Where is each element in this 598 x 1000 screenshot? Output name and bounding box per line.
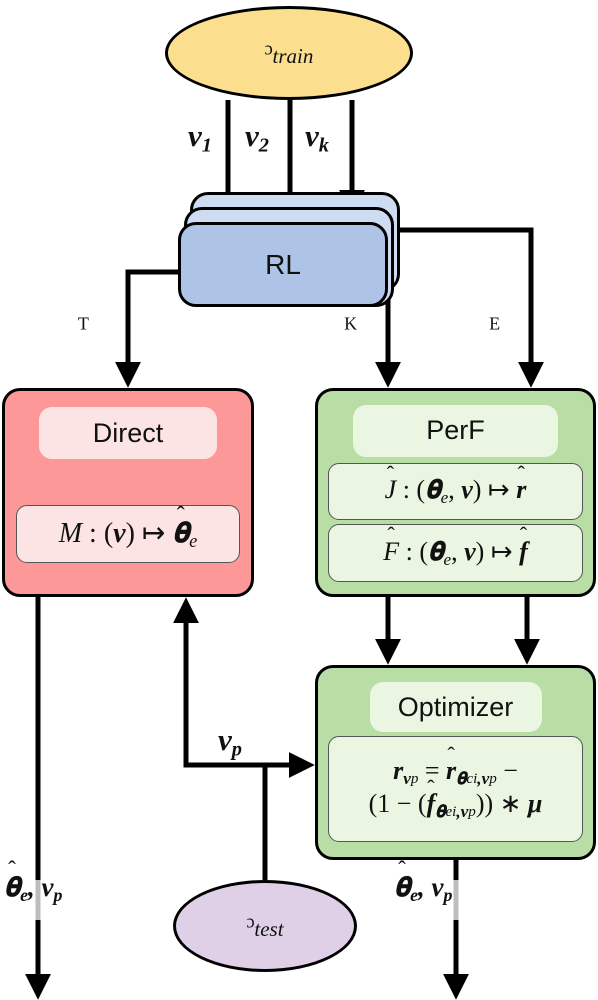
edge-E	[388, 227, 544, 388]
v-train-label: ᵓtrain	[264, 35, 314, 70]
optimizer-header: Optimizer	[369, 682, 542, 732]
optimizer-formula-line-1: rvp = r̂𝛉ci,vp −	[393, 756, 518, 788]
edge-label-vp: vp	[218, 722, 242, 761]
edge-label-v1: v1	[188, 118, 212, 157]
node-rl[interactable]: RL	[178, 222, 388, 307]
edge-label-e: ᴱ	[489, 312, 501, 345]
edge-label-v2: v2	[245, 118, 269, 157]
edge-T	[115, 269, 178, 388]
v-test-label: ᵓtest	[246, 908, 284, 943]
perf-formula-2-text: F̂ : (𝛉e, v) ↦ f̂	[383, 536, 528, 569]
optimizer-formula-row: rvp = r̂𝛉ci,vp − (1 − (f̂𝛉ei,vp)) ∗ μ	[328, 736, 583, 842]
rl-label: RL	[265, 248, 301, 280]
output-label-right: 𝛉̂e, vp	[394, 872, 453, 905]
node-v-train[interactable]: ᵓtrain	[165, 6, 413, 100]
node-v-test[interactable]: ᵓtest	[173, 880, 357, 972]
direct-header: Direct	[39, 407, 217, 459]
node-direct[interactable]: Direct M : (v) ↦ 𝛉̂e	[2, 388, 254, 597]
diagram-canvas: ᵓtrain RL Direct M : (v) ↦ 𝛉̂e PerF Ĵ :…	[0, 0, 598, 1000]
optimizer-header-label: Optimizer	[397, 691, 514, 722]
perf-formula-row-2: F̂ : (𝛉e, v) ↦ f̂	[328, 524, 583, 582]
perf-header-label: PerF	[426, 415, 485, 446]
optimizer-formula-line-2: (1 − (f̂𝛉ei,vp)) ∗ μ	[368, 789, 543, 821]
edge-label-k: ᴷ	[344, 312, 358, 345]
perf-header: PerF	[353, 405, 558, 457]
edge-label-vk: vk	[305, 118, 329, 157]
direct-formula-text: M : (v) ↦ 𝛉̂e	[58, 517, 198, 552]
perf-formula-row-1: Ĵ : (𝛉e, v) ↦ r̂	[328, 462, 583, 521]
perf-formula-1-text: Ĵ : (𝛉e, v) ↦ r̂	[384, 475, 527, 507]
node-optimizer[interactable]: Optimizer rvp = r̂𝛉ci,vp − (1 − (f̂𝛉ei,v…	[315, 665, 596, 860]
edge-label-t: ᵀ	[78, 312, 89, 345]
output-label-left: 𝛉̂e, vp	[4, 872, 63, 905]
direct-formula-row: M : (v) ↦ 𝛉̂e	[16, 505, 240, 563]
node-perf[interactable]: PerF Ĵ : (𝛉e, v) ↦ r̂ F̂ : (𝛉e, v) ↦ f̂	[315, 388, 596, 597]
direct-header-label: Direct	[92, 417, 164, 448]
